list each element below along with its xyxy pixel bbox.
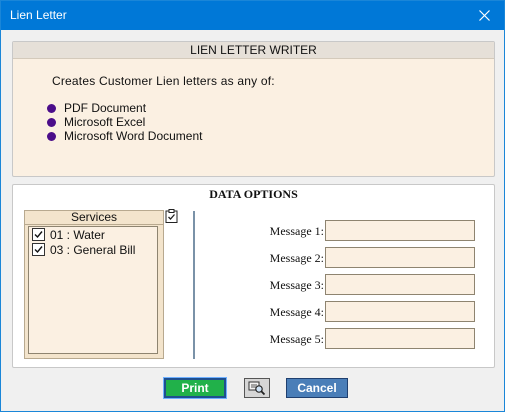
service-checkbox[interactable] [32,243,45,256]
service-item-general-bill[interactable]: 03 : General Bill [29,242,157,257]
format-item: PDF Document [47,101,203,115]
service-checkbox[interactable] [32,228,45,241]
message-2-label: Message 2: [269,251,324,265]
message-1-input[interactable] [325,220,475,241]
message-row-5: Message 5: [203,328,478,350]
message-row-3: Message 3: [203,274,478,296]
service-label: 03 : General Bill [50,242,136,257]
info-header: LIEN LETTER WRITER [13,42,494,59]
message-1-label: Message 1: [269,224,324,238]
format-label: Microsoft Word Document [64,129,203,143]
message-3-input[interactable] [325,274,475,295]
data-options-panel: DATA OPTIONS Services 01 : Water 03 : Ge… [12,184,495,368]
service-label: 01 : Water [50,227,105,242]
lien-letter-window: Lien Letter LIEN LETTER WRITER Creates C… [0,0,505,412]
bullet-dot-icon [47,131,56,141]
message-5-input[interactable] [325,328,475,349]
format-label: PDF Document [64,101,147,115]
print-preview-icon [248,381,266,396]
print-button[interactable]: Print [163,377,227,399]
message-row-2: Message 2: [203,247,478,269]
format-item: Microsoft Word Document [47,129,203,143]
bullet-dot-icon [47,117,56,127]
info-description: Creates Customer Lien letters as any of: [52,74,275,88]
message-3-label: Message 3: [269,278,324,292]
title-bar: Lien Letter [1,1,504,30]
format-label: Microsoft Excel [64,115,146,129]
format-list: PDF Document Microsoft Excel Microsoft W… [47,101,203,143]
message-4-label: Message 4: [269,305,324,319]
close-icon [478,10,490,21]
message-2-input[interactable] [325,247,475,268]
vertical-divider [193,211,195,359]
bullet-dot-icon [47,103,56,113]
message-4-input[interactable] [325,301,475,322]
print-preview-button[interactable] [244,378,270,398]
check-icon [34,231,43,239]
message-row-4: Message 4: [203,301,478,323]
format-item: Microsoft Excel [47,115,203,129]
service-item-water[interactable]: 01 : Water [29,227,157,242]
message-row-1: Message 1: [203,220,478,242]
data-options-title: DATA OPTIONS [209,187,298,201]
clipboard-check-icon[interactable] [165,209,178,223]
services-header: Services [25,211,163,225]
cancel-button[interactable]: Cancel [286,378,348,398]
services-list[interactable]: 01 : Water 03 : General Bill [28,226,158,354]
message-5-label: Message 5: [269,332,324,346]
close-button[interactable] [464,1,504,30]
services-box: Services 01 : Water 03 : General Bill [24,210,164,359]
check-icon [34,246,43,254]
window-title: Lien Letter [10,8,67,22]
info-panel: LIEN LETTER WRITER Creates Customer Lien… [12,41,495,177]
